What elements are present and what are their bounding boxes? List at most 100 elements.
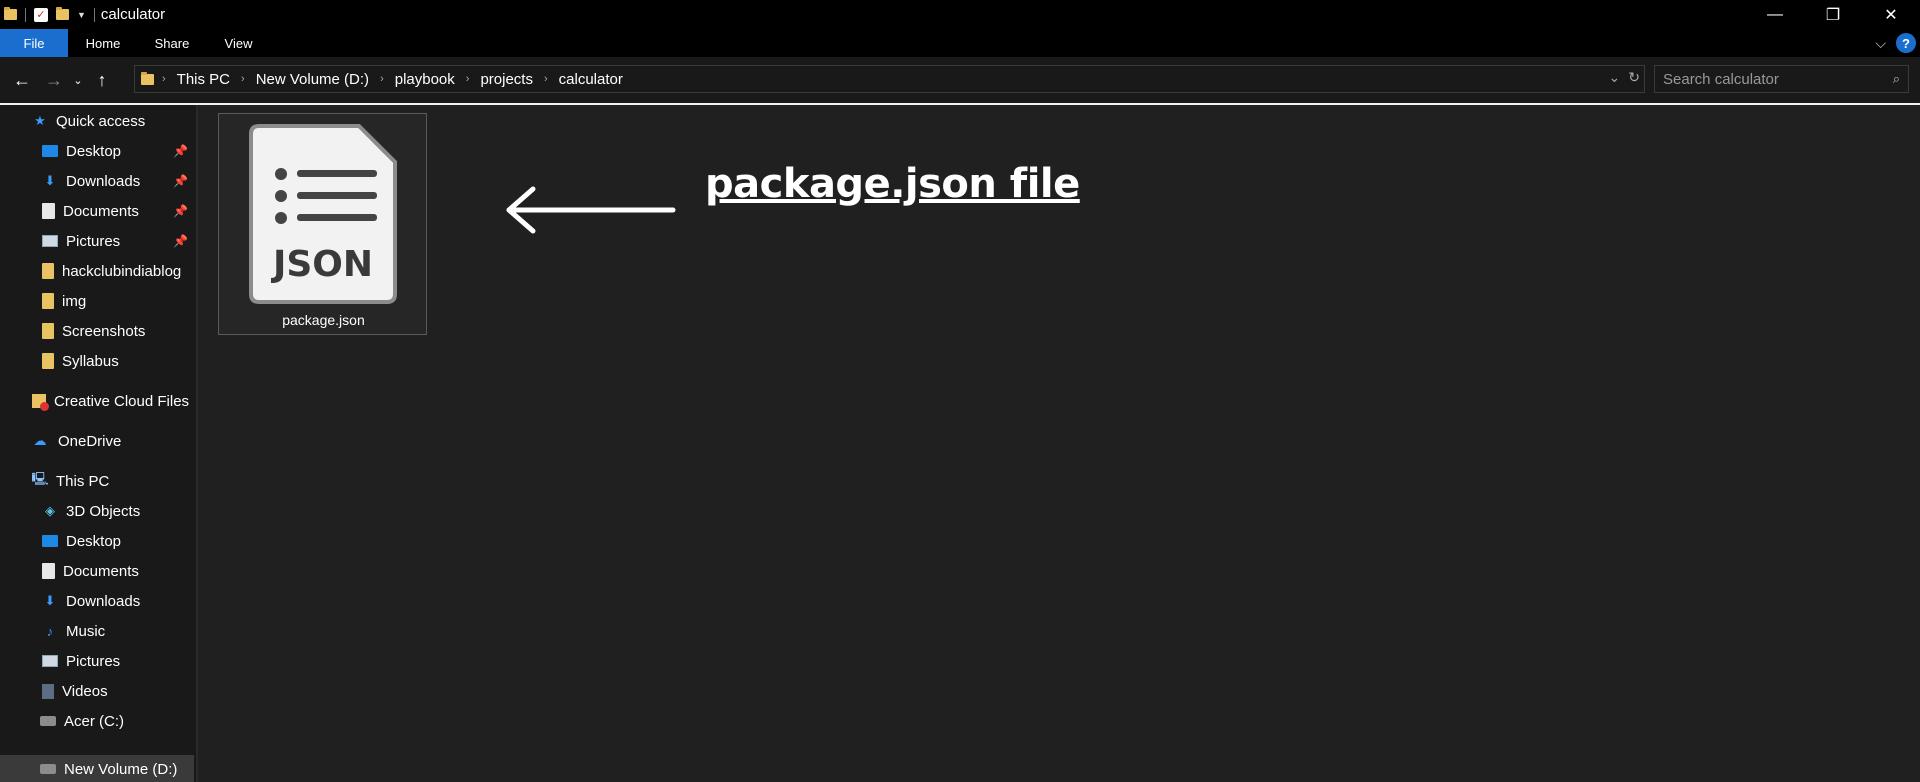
desktop-icon [42, 145, 58, 157]
sidebar-item-label: 3D Objects [66, 502, 141, 520]
desktop-icon [42, 535, 58, 547]
pin-icon[interactable]: 📌 [173, 144, 188, 158]
left-arrow-annotation-icon [506, 186, 676, 234]
ribbon-tabs: File Home Share View ⌵ ? [0, 29, 1920, 57]
tab-share[interactable]: Share [138, 29, 206, 57]
annotation-label: package.json file [705, 161, 1080, 207]
pictures-icon [42, 235, 58, 247]
folder-icon [42, 293, 54, 309]
folder-icon [141, 71, 154, 85]
sidebar-item-pictures-pc[interactable]: Pictures [0, 647, 196, 675]
sidebar-item-label: Creative Cloud Files [54, 392, 190, 410]
sidebar-item-label: Desktop [66, 532, 122, 550]
breadcrumb-playbook[interactable]: playbook [395, 71, 455, 88]
sidebar-item-downloads[interactable]: ⬇ Downloads 📌 [0, 167, 196, 195]
sidebar-item-hackclubindiablog[interactable]: hackclubindiablog [0, 257, 196, 285]
recent-locations-icon[interactable]: ⌄ [68, 65, 88, 95]
address-bar[interactable]: › This PC › New Volume (D:) › playbook ›… [134, 65, 1645, 93]
sidebar-item-pictures[interactable]: Pictures 📌 [0, 227, 196, 255]
pin-icon[interactable]: 📌 [173, 204, 188, 218]
sidebar-item-desktop[interactable]: Desktop 📌 [0, 137, 196, 165]
window-controls: — ❐ ✕ [1746, 0, 1920, 29]
sidebar-item-quick-access[interactable]: ★ Quick access [0, 107, 196, 135]
window-title: calculator [100, 6, 166, 23]
sidebar-item-label: Desktop [66, 142, 122, 160]
sidebar-item-music[interactable]: ♪ Music [0, 617, 196, 645]
quick-access-toolbar: ✓ ▼ [0, 0, 95, 29]
breadcrumb-arrow-icon[interactable]: › [162, 73, 166, 85]
new-folder-icon[interactable] [56, 7, 69, 20]
breadcrumb-arrow-icon[interactable]: › [466, 73, 470, 85]
sidebar-item-acer-c[interactable]: Acer (C:) [0, 707, 196, 735]
pictures-icon [42, 655, 58, 667]
sidebar-item-documents-pc[interactable]: Documents [0, 557, 196, 585]
document-icon [42, 563, 55, 579]
sidebar-item-label: img [62, 292, 87, 310]
sidebar-item-onedrive[interactable]: ☁ OneDrive [0, 427, 196, 455]
drive-icon [40, 764, 56, 774]
folder-icon [42, 353, 54, 369]
sidebar-item-label: New Volume (D:) [64, 760, 178, 778]
breadcrumb-arrow-icon[interactable]: › [380, 73, 384, 85]
computer-icon: 🖳 [31, 471, 49, 486]
sidebar-item-downloads-pc[interactable]: ⬇ Downloads [0, 587, 196, 615]
search-placeholder: Search calculator [1663, 70, 1779, 88]
sidebar-item-videos[interactable]: Videos [0, 677, 196, 705]
tab-view[interactable]: View [206, 29, 271, 57]
sidebar-item-documents[interactable]: Documents 📌 [0, 197, 196, 225]
download-icon: ⬇ [44, 593, 56, 608]
sidebar-item-this-pc[interactable]: 🖳 This PC [0, 467, 196, 495]
breadcrumb-projects[interactable]: projects [480, 71, 533, 88]
video-icon [42, 683, 54, 699]
breadcrumb-arrow-icon[interactable]: › [241, 73, 245, 85]
file-item-package-json[interactable]: JSON package.json [218, 113, 427, 335]
divider [93, 7, 95, 22]
cube-icon: ◈ [45, 503, 55, 518]
sidebar-item-label: Syllabus [62, 352, 119, 370]
properties-icon[interactable]: ✓ [34, 7, 48, 22]
pin-icon[interactable]: 📌 [173, 174, 188, 188]
sidebar-item-creative-cloud[interactable]: Creative Cloud Files [0, 387, 196, 415]
sidebar-item-syllabus[interactable]: Syllabus [0, 347, 196, 375]
back-arrow-icon[interactable]: ← [8, 65, 36, 95]
customize-toolbar-icon[interactable]: ▼ [77, 10, 86, 20]
folder-icon [4, 7, 17, 20]
sidebar-item-3d-objects[interactable]: ◈ 3D Objects [0, 497, 196, 525]
chevron-down-icon[interactable]: ⌄ [1609, 69, 1621, 86]
up-arrow-icon[interactable]: ↑ [88, 65, 116, 95]
breadcrumb-new-volume[interactable]: New Volume (D:) [256, 71, 369, 88]
pin-icon[interactable]: 📌 [173, 234, 188, 248]
sidebar-item-label: Quick access [56, 112, 146, 130]
maximize-button[interactable]: ❐ [1804, 0, 1862, 29]
breadcrumb-arrow-icon[interactable]: › [544, 73, 548, 85]
title-bar: ✓ ▼ calculator — ❐ ✕ [0, 0, 1920, 29]
search-icon[interactable]: ⌕ [1893, 71, 1900, 87]
sidebar-item-label: OneDrive [58, 432, 122, 450]
search-input[interactable]: Search calculator ⌕ [1654, 65, 1909, 93]
folder-icon [42, 323, 54, 339]
expand-ribbon-icon[interactable]: ⌵ [1875, 35, 1886, 52]
sidebar-item-label: hackclubindiablog [62, 262, 182, 280]
sidebar-item-img[interactable]: img [0, 287, 196, 315]
cloud-icon: ☁ [33, 433, 47, 448]
help-icon[interactable]: ? [1896, 33, 1916, 53]
forward-arrow-icon[interactable]: → [40, 65, 68, 95]
download-icon: ⬇ [44, 173, 56, 188]
close-button[interactable]: ✕ [1862, 0, 1920, 29]
breadcrumb-calculator[interactable]: calculator [559, 71, 623, 88]
sidebar-item-label: Music [66, 622, 106, 640]
refresh-icon[interactable]: ↻ [1628, 69, 1640, 86]
file-name: package.json [282, 312, 365, 328]
minimize-button[interactable]: — [1746, 0, 1804, 29]
sidebar-item-label: Videos [62, 682, 108, 700]
divider [25, 7, 26, 22]
tab-home[interactable]: Home [68, 29, 138, 57]
sidebar-item-desktop-pc[interactable]: Desktop [0, 527, 196, 555]
navigation-bar: ← → ⌄ ↑ › This PC › New Volume (D:) › pl… [0, 57, 1920, 103]
breadcrumb-this-pc[interactable]: This PC [177, 71, 230, 88]
tab-file[interactable]: File [0, 29, 68, 57]
sidebar-item-screenshots[interactable]: Screenshots [0, 317, 196, 345]
music-note-icon: ♪ [46, 623, 54, 639]
sidebar-item-label: Documents [63, 202, 139, 220]
sidebar-item-new-volume-d[interactable]: New Volume (D:) [0, 755, 194, 782]
